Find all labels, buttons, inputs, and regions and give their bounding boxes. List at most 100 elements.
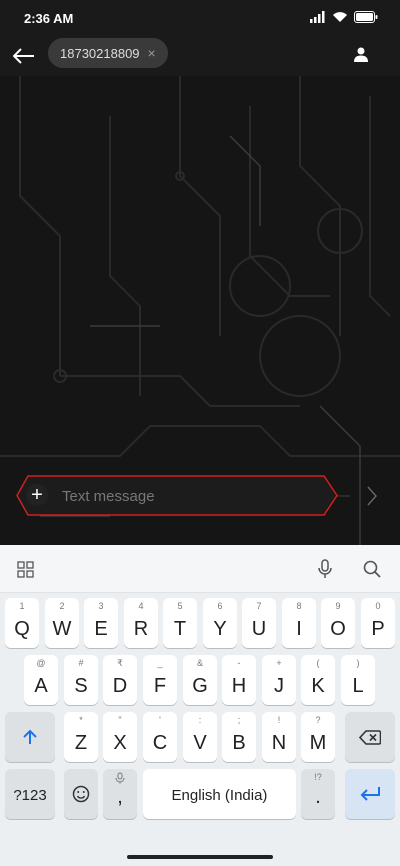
key-w[interactable]: 2W bbox=[45, 598, 79, 648]
contact-button[interactable] bbox=[348, 41, 374, 67]
key-a[interactable]: @ A bbox=[24, 655, 58, 705]
keyboard-search-button[interactable] bbox=[360, 557, 384, 581]
key-hint: 3 bbox=[98, 601, 104, 611]
key-u[interactable]: 7U bbox=[242, 598, 276, 648]
compose-bar: + bbox=[16, 475, 338, 516]
key-v[interactable]: :V bbox=[183, 712, 217, 762]
key-s[interactable]: # S bbox=[64, 655, 98, 705]
symbols-key[interactable]: ?123 bbox=[5, 769, 55, 819]
key-label: Q bbox=[14, 618, 30, 640]
key-label: J bbox=[274, 675, 284, 697]
key-label: ?123 bbox=[13, 787, 47, 804]
key-hint: 0 bbox=[375, 601, 381, 611]
key-q[interactable]: 1Q bbox=[5, 598, 39, 648]
key-hint: 6 bbox=[217, 601, 223, 611]
key-g[interactable]: & G bbox=[183, 655, 217, 705]
key-label: D bbox=[112, 675, 128, 697]
home-indicator[interactable] bbox=[127, 855, 273, 859]
status-bar: 2:36 AM bbox=[0, 0, 400, 36]
backspace-key[interactable] bbox=[345, 712, 395, 762]
status-icons bbox=[310, 11, 378, 23]
chip-close-icon[interactable]: × bbox=[148, 45, 156, 61]
key-label: B bbox=[232, 732, 246, 754]
key-hint: ) bbox=[356, 658, 360, 668]
key-z[interactable]: * Z bbox=[64, 712, 98, 762]
back-arrow-icon bbox=[13, 48, 34, 64]
person-icon bbox=[354, 47, 368, 62]
enter-key[interactable] bbox=[345, 769, 395, 819]
key-i[interactable]: 8I bbox=[282, 598, 316, 648]
key-label: H bbox=[231, 675, 247, 697]
message-input[interactable] bbox=[62, 483, 312, 509]
key-d[interactable]: ₹ D bbox=[103, 655, 137, 705]
key-hint: @ bbox=[36, 658, 46, 668]
key-label: English (India) bbox=[171, 787, 268, 804]
microphone-hint-icon bbox=[115, 772, 125, 784]
key-n[interactable]: ! N bbox=[262, 712, 296, 762]
shift-arrow-icon bbox=[23, 729, 37, 744]
shift-key[interactable] bbox=[5, 712, 55, 762]
key-f[interactable]: _ F bbox=[143, 655, 177, 705]
key-label: L bbox=[352, 675, 364, 697]
key-o[interactable]: 9O bbox=[321, 598, 355, 648]
key-p[interactable]: 0P bbox=[361, 598, 395, 648]
keyboard: 1Q 2W 3E 4R 5T 6Y 7U 8I 9O 0P @ A # S ₹ D _… bbox=[0, 545, 400, 866]
backspace-icon bbox=[359, 730, 381, 745]
key-r[interactable]: 4R bbox=[124, 598, 158, 648]
space-key[interactable]: English (India) bbox=[143, 769, 296, 819]
conversation-header: 18730218809 × bbox=[0, 36, 400, 76]
key-b[interactable]: ; B bbox=[222, 712, 256, 762]
battery-icon bbox=[354, 11, 378, 23]
recipient-chip[interactable]: 18730218809 × bbox=[48, 38, 168, 68]
chevron-right-icon bbox=[367, 486, 377, 506]
comma-key[interactable]: , bbox=[103, 769, 137, 819]
search-icon bbox=[363, 560, 381, 578]
key-m[interactable]: ? M bbox=[301, 712, 335, 762]
key-label: O bbox=[330, 618, 346, 640]
key-label: Y bbox=[213, 618, 227, 640]
key-label: S bbox=[74, 675, 88, 697]
back-button[interactable] bbox=[10, 42, 38, 70]
period-key[interactable]: !? . bbox=[301, 769, 335, 819]
attach-plus-button[interactable]: + bbox=[26, 484, 48, 506]
key-label: V bbox=[193, 732, 207, 754]
key-hint: # bbox=[78, 658, 84, 668]
key-label: M bbox=[309, 732, 327, 754]
wifi-icon bbox=[333, 12, 347, 22]
key-l[interactable]: ) L bbox=[341, 655, 375, 705]
key-hint: 2 bbox=[59, 601, 65, 611]
key-hint: 9 bbox=[335, 601, 341, 611]
key-label: F bbox=[153, 675, 167, 697]
key-label: A bbox=[34, 675, 48, 697]
apps-button[interactable] bbox=[13, 557, 37, 581]
key-hint: 5 bbox=[177, 601, 183, 611]
key-x[interactable]: " X bbox=[103, 712, 137, 762]
key-e[interactable]: 3E bbox=[84, 598, 118, 648]
key-k[interactable]: (K bbox=[301, 655, 335, 705]
key-hint: _ bbox=[157, 658, 163, 668]
key-c[interactable]: ' C bbox=[143, 712, 177, 762]
key-j[interactable]: + J bbox=[262, 655, 296, 705]
key-label: P bbox=[371, 618, 385, 640]
key-label: X bbox=[113, 732, 127, 754]
key-hint: ( bbox=[316, 658, 320, 668]
key-hint: + bbox=[276, 658, 282, 668]
key-label: R bbox=[133, 618, 149, 640]
key-t[interactable]: 5T bbox=[163, 598, 197, 648]
key-hint: ! bbox=[277, 715, 281, 725]
key-label: . bbox=[315, 786, 321, 808]
emoji-key[interactable] bbox=[64, 769, 98, 819]
key-label: Z bbox=[74, 732, 88, 754]
microphone-icon bbox=[318, 559, 332, 578]
key-hint: 7 bbox=[256, 601, 262, 611]
recipient-number: 18730218809 bbox=[60, 45, 140, 61]
key-h[interactable]: -H bbox=[222, 655, 256, 705]
key-label: G bbox=[192, 675, 208, 697]
key-hint: " bbox=[118, 715, 122, 725]
key-y[interactable]: 6Y bbox=[203, 598, 237, 648]
keyboard-toolbar bbox=[0, 545, 400, 593]
key-hint: ₹ bbox=[117, 658, 123, 668]
key-hint: 4 bbox=[138, 601, 144, 611]
voice-input-button[interactable] bbox=[313, 557, 337, 581]
send-button[interactable] bbox=[362, 485, 382, 507]
